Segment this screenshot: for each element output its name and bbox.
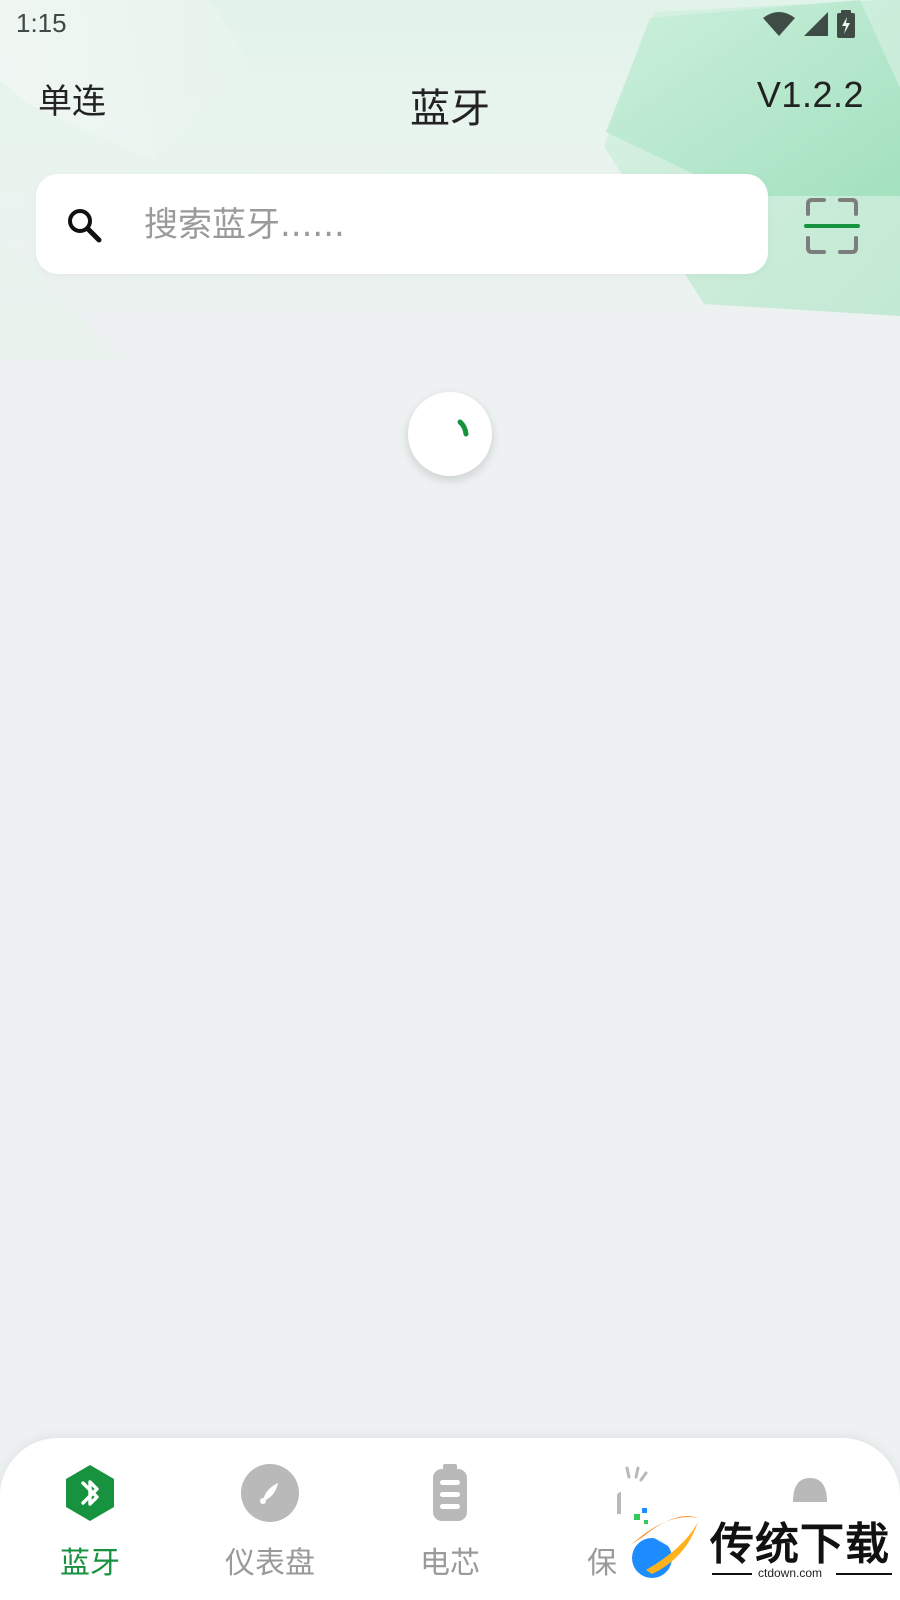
nav-item-bluetooth[interactable]: 蓝牙 [0,1438,180,1600]
battery-charging-icon [837,10,855,38]
nav-item-protection[interactable]: 保 [540,1438,720,1600]
search-icon [68,209,102,243]
loading-spinner [408,392,492,476]
bottom-navigation: 蓝牙 仪表盘 电芯 保 [0,1438,900,1600]
nav-label: 蓝牙 [60,1546,120,1581]
wifi-icon [763,12,795,36]
protection-icon [617,1466,648,1514]
status-bar: 1:15 [0,0,900,48]
app-screen: 1:15 单连 蓝牙 V1.2.2 搜索蓝牙...... 蓝牙 仪表盘 电芯 保… [0,0,900,1600]
battery-cell-icon [433,1464,467,1521]
status-time: 1:15 [16,8,67,38]
version-label: V1.2.2 [756,74,864,115]
search-input[interactable] [142,192,736,258]
nav-label: 仪表盘 [225,1546,315,1581]
loading-arc-icon [457,419,469,437]
profile-icon [793,1478,827,1502]
nav-item-profile[interactable] [720,1438,900,1600]
bluetooth-icon [66,1465,114,1521]
scan-icon [804,198,860,254]
nav-item-dashboard[interactable]: 仪表盘 [180,1438,360,1600]
scan-button[interactable] [796,190,868,262]
header: 单连 蓝牙 V1.2.2 [0,58,900,138]
dashboard-icon [241,1464,299,1522]
signal-icon [804,12,828,36]
status-icons [762,8,856,40]
search-bar[interactable] [36,174,768,274]
nav-label: 保 [587,1546,617,1581]
